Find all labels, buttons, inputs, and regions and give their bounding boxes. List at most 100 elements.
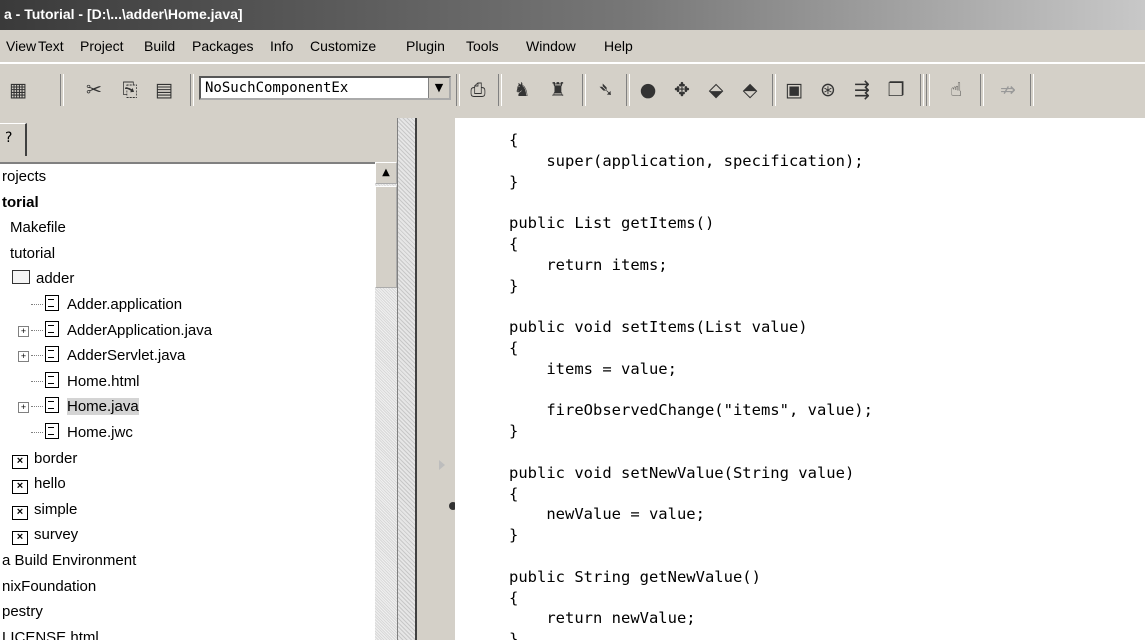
toolbar-separator <box>582 74 586 106</box>
find-next-icon[interactable]: ♜ <box>546 78 570 102</box>
menu-view[interactable]: View <box>6 38 36 54</box>
tree-item-label: survey <box>34 526 79 544</box>
tree-item[interactable]: adder <box>12 268 74 292</box>
code-line: } <box>509 526 519 545</box>
tree-item[interactable]: a Build Environment <box>2 550 136 574</box>
code-line: } <box>509 422 519 441</box>
menu-project[interactable]: Project <box>80 38 124 54</box>
code-line: items = value; <box>509 359 677 378</box>
chevron-down-icon[interactable]: ▼ <box>428 78 449 98</box>
expand-plus-icon[interactable]: + <box>18 402 29 414</box>
tree-connector <box>31 329 43 331</box>
closed-package-icon: × <box>12 454 28 469</box>
fold-arrow-icon <box>439 460 445 470</box>
disk-stack-icon[interactable]: ▦ <box>6 78 30 102</box>
closed-package-icon: × <box>12 505 28 520</box>
scissors-icon[interactable]: ✂ <box>82 78 106 102</box>
compile-icon[interactable]: ⇶ <box>850 78 874 102</box>
tree-item[interactable]: × hello <box>12 473 66 497</box>
tree-item[interactable]: Home.html <box>18 371 140 395</box>
tree-item[interactable]: LICENSE.html <box>2 627 99 640</box>
menu-build[interactable]: Build <box>144 38 175 54</box>
tree-item[interactable]: + Home.java <box>18 396 139 420</box>
menu-window[interactable]: Window <box>526 38 576 54</box>
tree-item[interactable]: Home.jwc <box>18 422 133 446</box>
project-tree[interactable]: rojects torial Makefile tutorial adder Adder.… <box>0 162 375 640</box>
tree-connector <box>31 406 43 408</box>
menu-info[interactable]: Info <box>270 38 293 54</box>
toolbar-separator <box>772 74 776 106</box>
goto-icon[interactable]: ➴ <box>594 78 618 102</box>
closed-package-icon: × <box>12 480 28 495</box>
tree-item[interactable]: Makefile <box>10 217 66 241</box>
tree-connector <box>31 355 43 357</box>
tree-item-label: a Build Environment <box>2 552 137 569</box>
tree-item[interactable]: tutorial <box>10 243 55 267</box>
copy-icon[interactable]: ⎘ <box>118 78 142 102</box>
tree-item-label: nixFoundation <box>2 577 97 595</box>
code-line: } <box>509 630 519 640</box>
window-icon[interactable]: ❐ <box>884 78 908 102</box>
tree-item-label: Home.html <box>67 372 140 390</box>
tree-item[interactable]: pestry <box>2 601 43 625</box>
tree-item[interactable]: × border <box>12 448 77 472</box>
tree-item[interactable]: + AdderServlet.java <box>18 345 185 369</box>
tree-item-label: Home.java <box>67 398 139 416</box>
tree-item-label: rojects <box>2 168 47 185</box>
tree-item[interactable]: × simple <box>12 499 77 523</box>
tree-item[interactable]: + AdderApplication.java <box>18 320 212 344</box>
step-out-icon[interactable]: ⬘ <box>738 78 762 102</box>
tree-item-label: LICENSE.html <box>2 628 99 640</box>
expand-plus-icon[interactable]: + <box>18 351 29 363</box>
hand-icon[interactable]: ☝ <box>944 78 968 102</box>
menu-tools[interactable]: Tools <box>466 38 499 54</box>
code-line: return items; <box>509 255 668 274</box>
tab-project[interactable]: ? <box>0 123 27 156</box>
terminal-icon[interactable]: ▣ <box>782 78 806 102</box>
exception-combo[interactable]: NoSuchComponentEx ▼ <box>199 76 451 100</box>
code-line: newValue = value; <box>509 505 705 524</box>
combo-value: NoSuchComponentEx <box>205 80 349 96</box>
editor-gutter[interactable] <box>415 118 455 640</box>
menu-bar: View Text Project Build Packages Info Cu… <box>0 30 1145 63</box>
tree-item-label: pestry <box>2 603 43 621</box>
menu-plugin[interactable]: Plugin <box>406 38 445 54</box>
step-over-icon[interactable]: ✥ <box>670 78 694 102</box>
breakpoint-icon[interactable]: ● <box>636 78 660 102</box>
tree-item[interactable]: × survey <box>12 524 78 548</box>
tree-item-label: Makefile <box>10 219 66 237</box>
tree-item[interactable]: nixFoundation <box>2 576 96 600</box>
code-editor[interactable]: { super(application, specification);} pub… <box>455 118 1145 640</box>
project-tab-area: ? <box>0 118 415 162</box>
tree-item[interactable]: rojects <box>2 166 46 190</box>
menu-packages[interactable]: Packages <box>192 38 253 54</box>
tree-item[interactable]: Adder.application <box>18 294 182 318</box>
file-icon <box>45 397 59 414</box>
scroll-up-arrow-icon[interactable]: ▲ <box>375 162 397 184</box>
menu-text[interactable]: Text <box>38 38 64 54</box>
pane-splitter[interactable] <box>397 118 416 640</box>
scroll-thumb[interactable] <box>375 186 397 288</box>
step-into-icon[interactable]: ⬙ <box>704 78 728 102</box>
tree-connector <box>31 380 43 382</box>
find-icon[interactable]: ♞ <box>510 78 534 102</box>
tree-item-label: border <box>34 449 78 467</box>
expand-plus-icon[interactable]: + <box>18 325 29 337</box>
paste-icon[interactable]: ▤ <box>152 78 176 102</box>
tab-label: ? <box>5 130 13 146</box>
window-title: a - Tutorial - [D:\...\adder\Home.java] <box>4 6 243 22</box>
file-icon <box>45 295 59 311</box>
print-icon[interactable]: ⎙ <box>466 78 490 102</box>
tree-item-label: adder <box>36 270 75 288</box>
tree-item-label: tutorial <box>10 244 56 262</box>
stop-icon[interactable]: ⊛ <box>816 78 840 102</box>
code-line: public void setNewValue(String value) <box>509 463 855 482</box>
toolbar-separator <box>60 74 64 106</box>
code-line: return newValue; <box>509 609 696 628</box>
menu-help[interactable]: Help <box>604 38 633 54</box>
code-line: super(application, specification); <box>509 151 864 170</box>
menu-customize[interactable]: Customize <box>310 38 376 54</box>
toolbar-separator <box>626 74 630 106</box>
tree-scrollbar[interactable]: ▲ <box>375 162 397 640</box>
tree-item[interactable]: torial <box>2 192 39 216</box>
